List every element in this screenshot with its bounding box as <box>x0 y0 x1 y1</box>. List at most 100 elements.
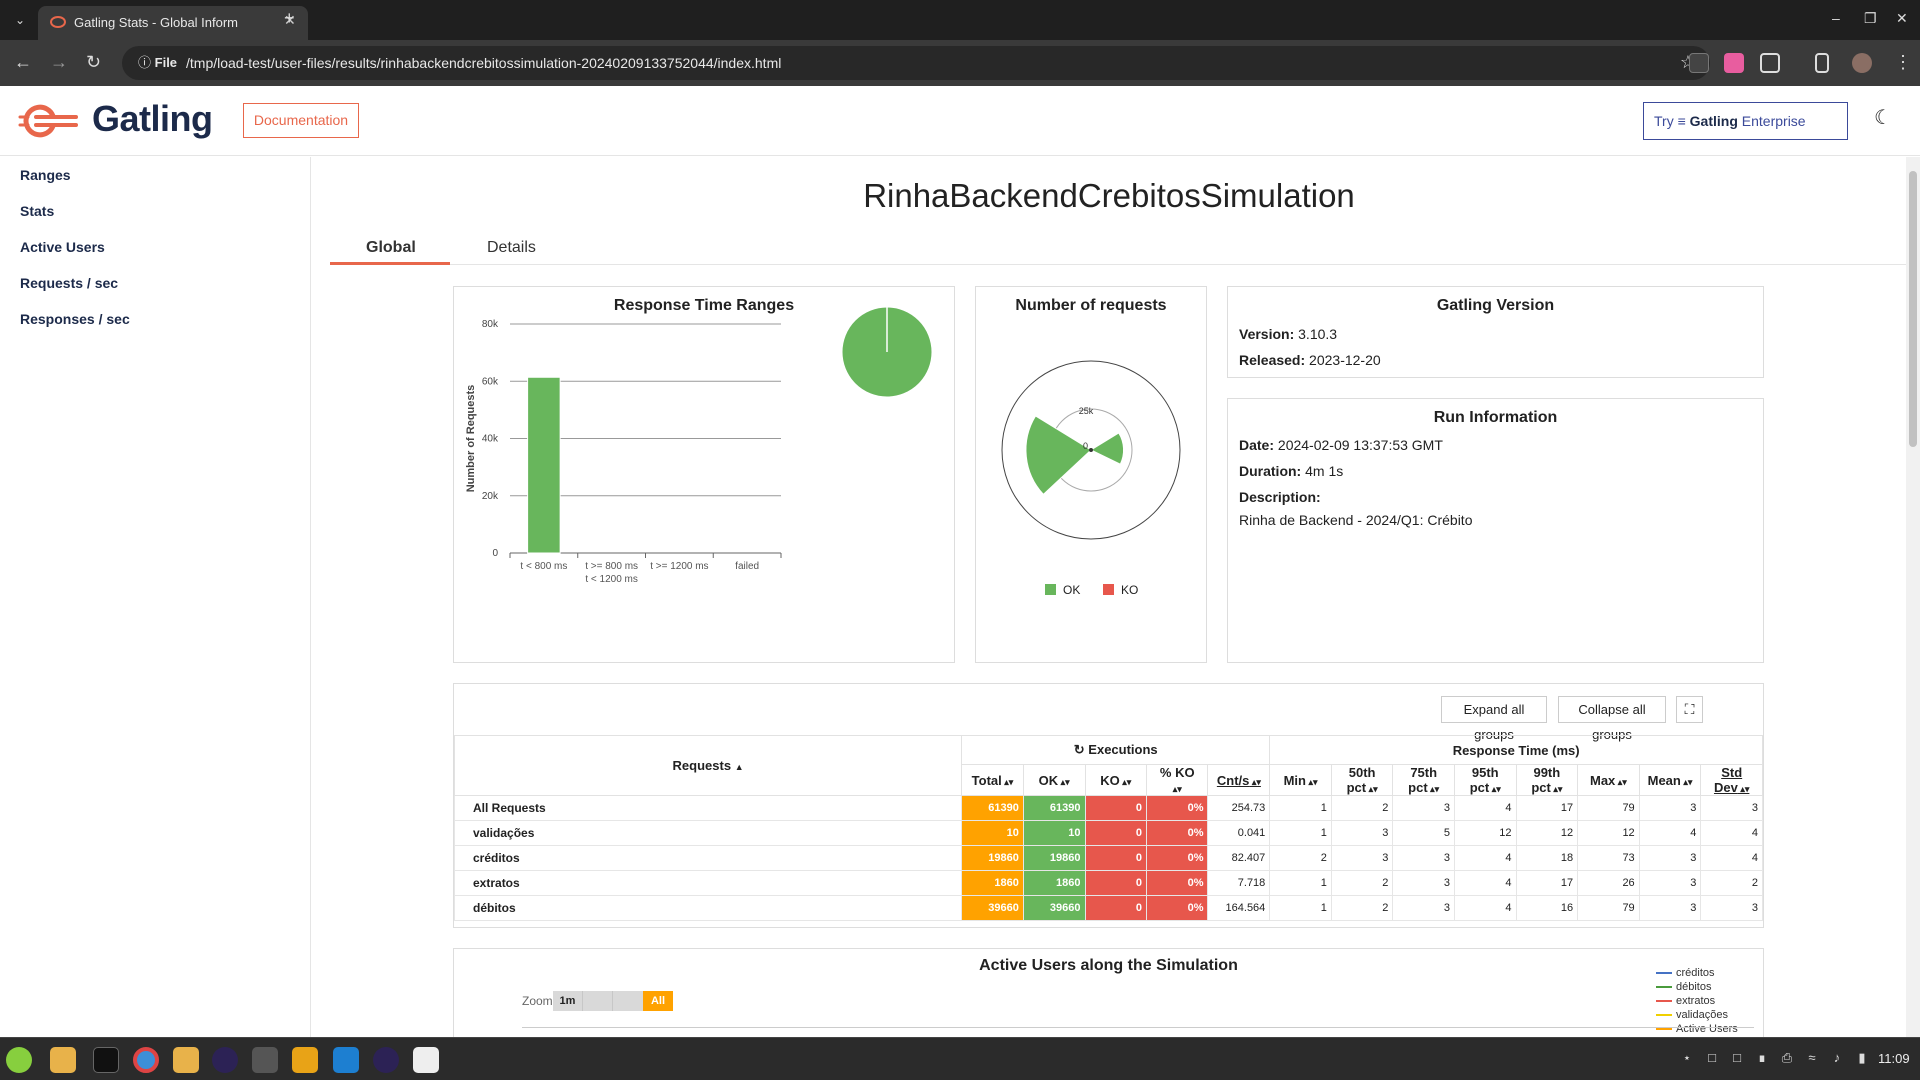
cell-p75: 3 <box>1392 845 1455 871</box>
volume-icon[interactable]: ♪ <box>1830 1050 1844 1066</box>
scrollbar-thumb[interactable] <box>1909 171 1917 447</box>
minimize-icon[interactable]: – <box>1832 10 1840 26</box>
col-header-p75[interactable]: 75th pct ▴▾ <box>1392 764 1455 796</box>
wifi-icon[interactable]: ≈ <box>1805 1050 1819 1066</box>
tab-global[interactable]: Global <box>366 239 416 257</box>
extension-icon[interactable] <box>1689 53 1709 73</box>
files-folder-icon[interactable] <box>50 1047 76 1073</box>
request-name-cell[interactable]: créditos <box>453 845 963 871</box>
profile-avatar[interactable] <box>1852 53 1872 73</box>
sidebar-item-ranges[interactable]: Ranges <box>20 167 71 183</box>
battery-icon[interactable]: ▮ <box>1855 1050 1869 1066</box>
legend-item[interactable]: Active Users <box>1656 1022 1738 1036</box>
documentation-button[interactable]: Documentation <box>243 103 359 138</box>
request-name-cell[interactable]: extratos <box>453 870 963 896</box>
dark-mode-moon-icon[interactable]: ☾ <box>1874 108 1894 128</box>
col-header-p95[interactable]: 95th pct ▴▾ <box>1453 764 1517 796</box>
page-scrollbar[interactable] <box>1906 157 1920 1037</box>
enterprise-suffix: Enterprise <box>1741 113 1806 129</box>
vscode-icon[interactable] <box>333 1047 359 1073</box>
col-header-mean[interactable]: Mean ▴▾ <box>1638 764 1702 796</box>
menu-icon[interactable]: ⋮ <box>1894 52 1912 72</box>
nvidia-icon[interactable]: ∎ <box>1755 1050 1769 1066</box>
eclipse-2-icon[interactable] <box>373 1047 399 1073</box>
chrome-icon[interactable] <box>133 1047 159 1073</box>
legend-item[interactable]: validações <box>1656 1008 1738 1022</box>
zoom-option-button[interactable] <box>583 991 613 1011</box>
col-header-max[interactable]: Max ▴▾ <box>1577 764 1640 796</box>
url-text[interactable]: /tmp/load-test/user-files/results/rinhab… <box>186 55 781 71</box>
col-header-min[interactable]: Min ▴▾ <box>1269 764 1332 796</box>
sublime-icon[interactable] <box>292 1047 318 1073</box>
tab-details[interactable]: Details <box>487 239 536 257</box>
col-header-pct-ko[interactable]: % KO ▴▾ <box>1145 764 1209 796</box>
app-icon[interactable] <box>413 1047 439 1073</box>
mint-menu-icon[interactable] <box>6 1047 32 1073</box>
back-icon[interactable]: ← <box>14 52 32 72</box>
enterprise-brand: Gatling <box>1689 113 1738 129</box>
col-header-cnt-s[interactable]: Cnt/s ▴▾ <box>1207 764 1271 796</box>
sort-icon: ▴▾ <box>1737 784 1750 794</box>
col-header-total[interactable]: Total ▴▾ <box>961 764 1024 796</box>
maximize-icon[interactable]: ❐ <box>1864 10 1877 27</box>
request-name-cell[interactable]: débitos <box>453 895 963 921</box>
legend-item[interactable]: extratos <box>1656 994 1738 1008</box>
collapse-all-groups-button[interactable]: Collapse all groups <box>1558 696 1666 742</box>
sidebar-icon[interactable] <box>1815 53 1829 73</box>
cell-p50: 2 <box>1330 795 1394 821</box>
col-header-p99[interactable]: 99th pct ▴▾ <box>1515 764 1579 796</box>
tab-search-icon[interactable]: ⌄ <box>10 10 30 30</box>
legend-ko-label[interactable]: KO <box>1121 583 1138 597</box>
table-row[interactable]: All Requests 61390 61390 0 0% 254.73 1 2 3 4 17 79 3… <box>453 795 1763 821</box>
zoom-option-button[interactable] <box>613 991 643 1011</box>
request-name-cell[interactable]: validações <box>453 820 963 846</box>
clipboard-icon[interactable]: □ <box>1705 1050 1719 1066</box>
col-header-ok[interactable]: OK ▴▾ <box>1022 764 1086 796</box>
forward-icon[interactable]: → <box>50 52 68 72</box>
legend-item[interactable]: débitos <box>1656 980 1738 994</box>
fullscreen-icon[interactable]: ⛶ <box>1676 696 1703 723</box>
shield-icon[interactable]: □ <box>1730 1050 1744 1066</box>
omnibox[interactable]: ⓘ File /tmp/load-test/user-files/results… <box>122 46 1710 80</box>
stats-table-body: All Requests 61390 61390 0 0% 254.73 1 2 3 4 17 79 3… <box>453 795 1763 921</box>
zoom-all-button[interactable]: All <box>643 991 673 1011</box>
gatling-logo-icon <box>18 104 78 138</box>
table-row[interactable]: débitos 39660 39660 0 0% 164.564 1 2 3 4 16 79 3 3 <box>453 895 1763 921</box>
audio-icon[interactable] <box>252 1047 278 1073</box>
printer-icon[interactable]: ⎙ <box>1780 1050 1794 1066</box>
sort-icon: ▴▾ <box>1366 784 1378 794</box>
clock[interactable]: 11:09 <box>1878 1051 1910 1066</box>
table-row[interactable]: créditos 19860 19860 0 0% 82.407 2 3 3 4 18 73 3 4 <box>453 845 1763 871</box>
request-name-cell[interactable]: All Requests <box>453 795 963 821</box>
sidebar-item-stats[interactable]: Stats <box>20 203 54 219</box>
site-info-chip[interactable]: ⓘ File <box>130 53 185 73</box>
cell-max: 12 <box>1577 820 1640 846</box>
sidebar-item-requests-sec[interactable]: Requests / sec <box>20 275 118 291</box>
requests-column-header[interactable]: Requests ▲ <box>453 735 963 796</box>
window-close-icon[interactable]: ✕ <box>1896 10 1908 27</box>
legend-item[interactable]: créditos <box>1656 966 1738 980</box>
bluetooth-icon[interactable]: ⋆ <box>1680 1050 1694 1066</box>
gatling-logo-text[interactable]: Gatling <box>92 98 213 140</box>
extension-m-icon[interactable] <box>1724 53 1744 73</box>
file-manager-icon[interactable] <box>173 1047 199 1073</box>
new-tab-icon[interactable]: + <box>284 8 295 29</box>
col-header-ko[interactable]: KO ▴▾ <box>1084 764 1148 796</box>
extensions-icon[interactable] <box>1760 53 1780 73</box>
table-row[interactable]: extratos 1860 1860 0 0% 7.718 1 2 3 4 17 26 3 2 <box>453 870 1763 896</box>
col-header-std-dev[interactable]: Std Dev ▴▾ <box>1700 764 1763 796</box>
zoom-1m-button[interactable]: 1m <box>553 991 583 1011</box>
expand-all-groups-button[interactable]: Expand all groups <box>1441 696 1547 742</box>
run-info-panel: Run Information Date: 2024-02-09 13:37:5… <box>1227 398 1764 663</box>
browser-tab[interactable]: Gatling Stats - Global Inform ✕ <box>38 6 308 40</box>
table-row[interactable]: validações 10 10 0 0% 0.041 1 3 5 12 12 12 4 4 <box>453 820 1763 846</box>
legend-ok-label[interactable]: OK <box>1063 583 1080 597</box>
duration-row: Duration: 4m 1s <box>1239 463 1343 479</box>
sidebar-item-active-users[interactable]: Active Users <box>20 239 105 255</box>
eclipse-icon[interactable] <box>212 1047 238 1073</box>
sidebar-item-responses-sec[interactable]: Responses / sec <box>20 311 130 327</box>
col-header-p50[interactable]: 50th pct ▴▾ <box>1330 764 1394 796</box>
reload-icon[interactable]: ↻ <box>86 52 101 72</box>
terminal-icon[interactable] <box>93 1047 119 1073</box>
try-enterprise-button[interactable]: Try ≡ Gatling Enterprise <box>1643 102 1848 140</box>
